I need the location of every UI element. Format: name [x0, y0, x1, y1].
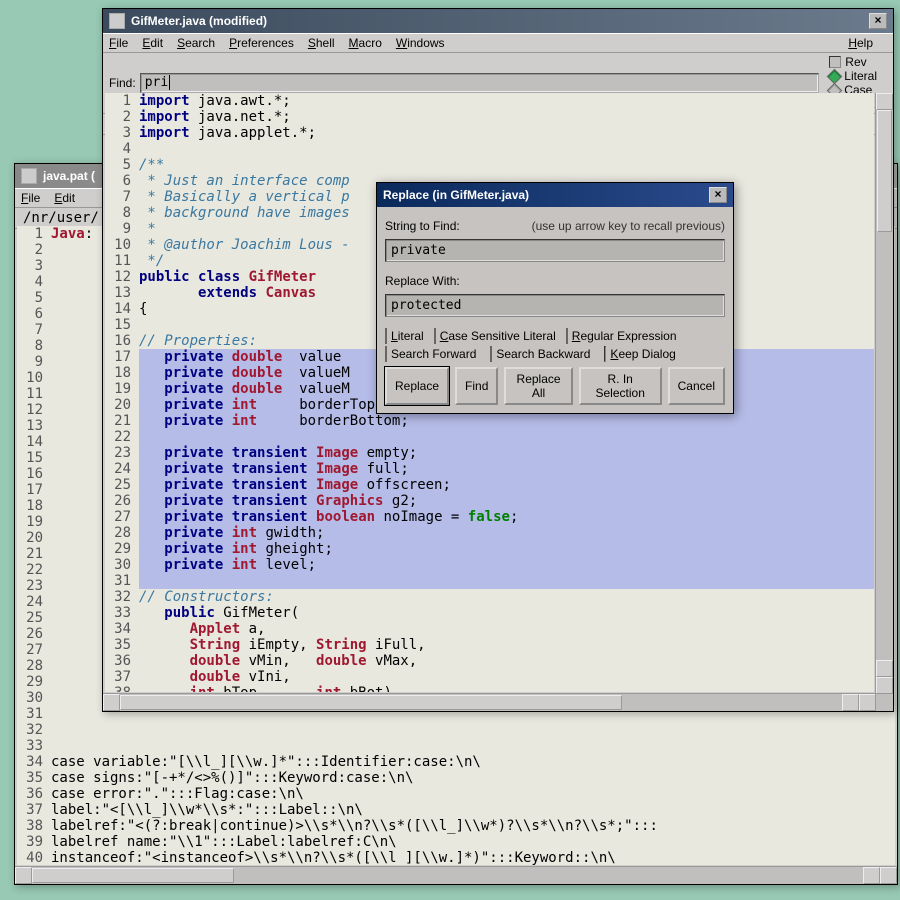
dir-search-forward[interactable]: Search Forward [385, 347, 476, 361]
code-line [51, 738, 895, 754]
dir-search-backward[interactable]: Search Backward [490, 347, 590, 361]
find-opt-rev[interactable]: Rev [829, 55, 887, 69]
code-line: private transient Image full; [139, 461, 874, 477]
find-input[interactable]: pri [140, 73, 820, 93]
code-line [139, 429, 874, 445]
find-hint: (use up arrow key to recall previous) [460, 219, 725, 233]
find-label: Find: [109, 76, 136, 90]
menu-preferences[interactable]: Preferences [229, 36, 294, 50]
replace-all-button[interactable]: Replace All [504, 367, 572, 405]
code-line: Applet a, [139, 621, 874, 637]
code-line: import java.net.*; [139, 109, 874, 125]
app-icon [109, 13, 125, 29]
keep-dialog-check[interactable]: Keep Dialog [604, 347, 675, 361]
find-opt-literal[interactable]: Literal [829, 69, 887, 83]
find-string-label: String to Find: [385, 219, 460, 233]
window1-titlebar[interactable]: GifMeter.java (modified) × [103, 9, 893, 33]
code-line: private int level; [139, 557, 874, 573]
scrollbar-h[interactable] [15, 866, 897, 884]
replace-button[interactable]: Replace [385, 367, 449, 405]
code-line: String iEmpty, String iFull, [139, 637, 874, 653]
window1-menubar: File Edit Search Preferences Shell Macro Windo… [103, 33, 893, 53]
code-line: int bTop, int bBot) [139, 685, 874, 692]
code-line: label:"<[\\l_]\\w*\\s*:":::Label::\n\ [51, 802, 895, 818]
code-line: public GifMeter( [139, 605, 874, 621]
code-line: case error:".":::Flag:case:\n\ [51, 786, 895, 802]
code-line: labelref name:"\\1":::Label:labelref:C\n… [51, 834, 895, 850]
menu-file[interactable]: File [109, 36, 128, 50]
code-line: /** [139, 157, 874, 173]
menu-search[interactable]: Search [177, 36, 215, 50]
menu-macro[interactable]: Macro [349, 36, 382, 50]
code-line: labelref:"<(?:break|continue)>\\s*\\n?\\… [51, 818, 895, 834]
menu-file[interactable]: File [21, 191, 40, 205]
code-line: double vMin, double vMax, [139, 653, 874, 669]
close-icon[interactable]: × [869, 13, 887, 29]
window1-title: GifMeter.java (modified) [131, 14, 869, 28]
code-line [139, 573, 874, 589]
cancel-button[interactable]: Cancel [668, 367, 725, 405]
menu-help[interactable]: Help [848, 36, 873, 50]
code-line: double vIni, [139, 669, 874, 685]
code-line: import java.applet.*; [139, 125, 874, 141]
code-line: private int gwidth; [139, 525, 874, 541]
find-button[interactable]: Find [455, 367, 498, 405]
menu-edit[interactable]: Edit [54, 191, 75, 205]
code-line: // Constructors: [139, 589, 874, 605]
code-line: case variable:"[\\l_][\\w.]*":::Identifi… [51, 754, 895, 770]
r--in-selection-button[interactable]: R. In Selection [579, 367, 662, 405]
code-line: private transient Image empty; [139, 445, 874, 461]
code-line: private transient Graphics g2; [139, 493, 874, 509]
dialog-close-icon[interactable]: × [709, 187, 727, 203]
app-icon [21, 168, 37, 184]
menu-edit[interactable]: Edit [142, 36, 163, 50]
code-line: private int borderBottom; [139, 413, 874, 429]
code-line: private transient Image offscreen; [139, 477, 874, 493]
code-line: import java.awt.*; [139, 93, 874, 109]
code-line: private transient boolean noImage = fals… [139, 509, 874, 525]
menu-windows[interactable]: Windows [396, 36, 445, 50]
mode-regular-expression[interactable]: Regular Expression [566, 329, 677, 343]
dialog-title: Replace (in GifMeter.java) [383, 188, 709, 202]
dialog-titlebar[interactable]: Replace (in GifMeter.java) × [377, 183, 733, 207]
code-line: private int gheight; [139, 541, 874, 557]
mode-literal[interactable]: Literal [385, 329, 424, 343]
dialog-replace-input[interactable] [385, 294, 725, 317]
mode-case-sensitive-literal[interactable]: Case Sensitive Literal [434, 329, 556, 343]
dialog-find-input[interactable] [385, 239, 725, 262]
code-line [51, 722, 895, 738]
menu-shell[interactable]: Shell [308, 36, 335, 50]
code-line: instanceof:"<instanceof>\\s*\\n?\\s*([\\… [51, 850, 895, 865]
code-line [139, 141, 874, 157]
scrollbar-v[interactable] [875, 93, 893, 694]
replace-with-label: Replace With: [385, 274, 460, 288]
scrollbar-h[interactable] [103, 693, 876, 711]
code-line: case signs:"[-+*/<>%()]":::Keyword:case:… [51, 770, 895, 786]
